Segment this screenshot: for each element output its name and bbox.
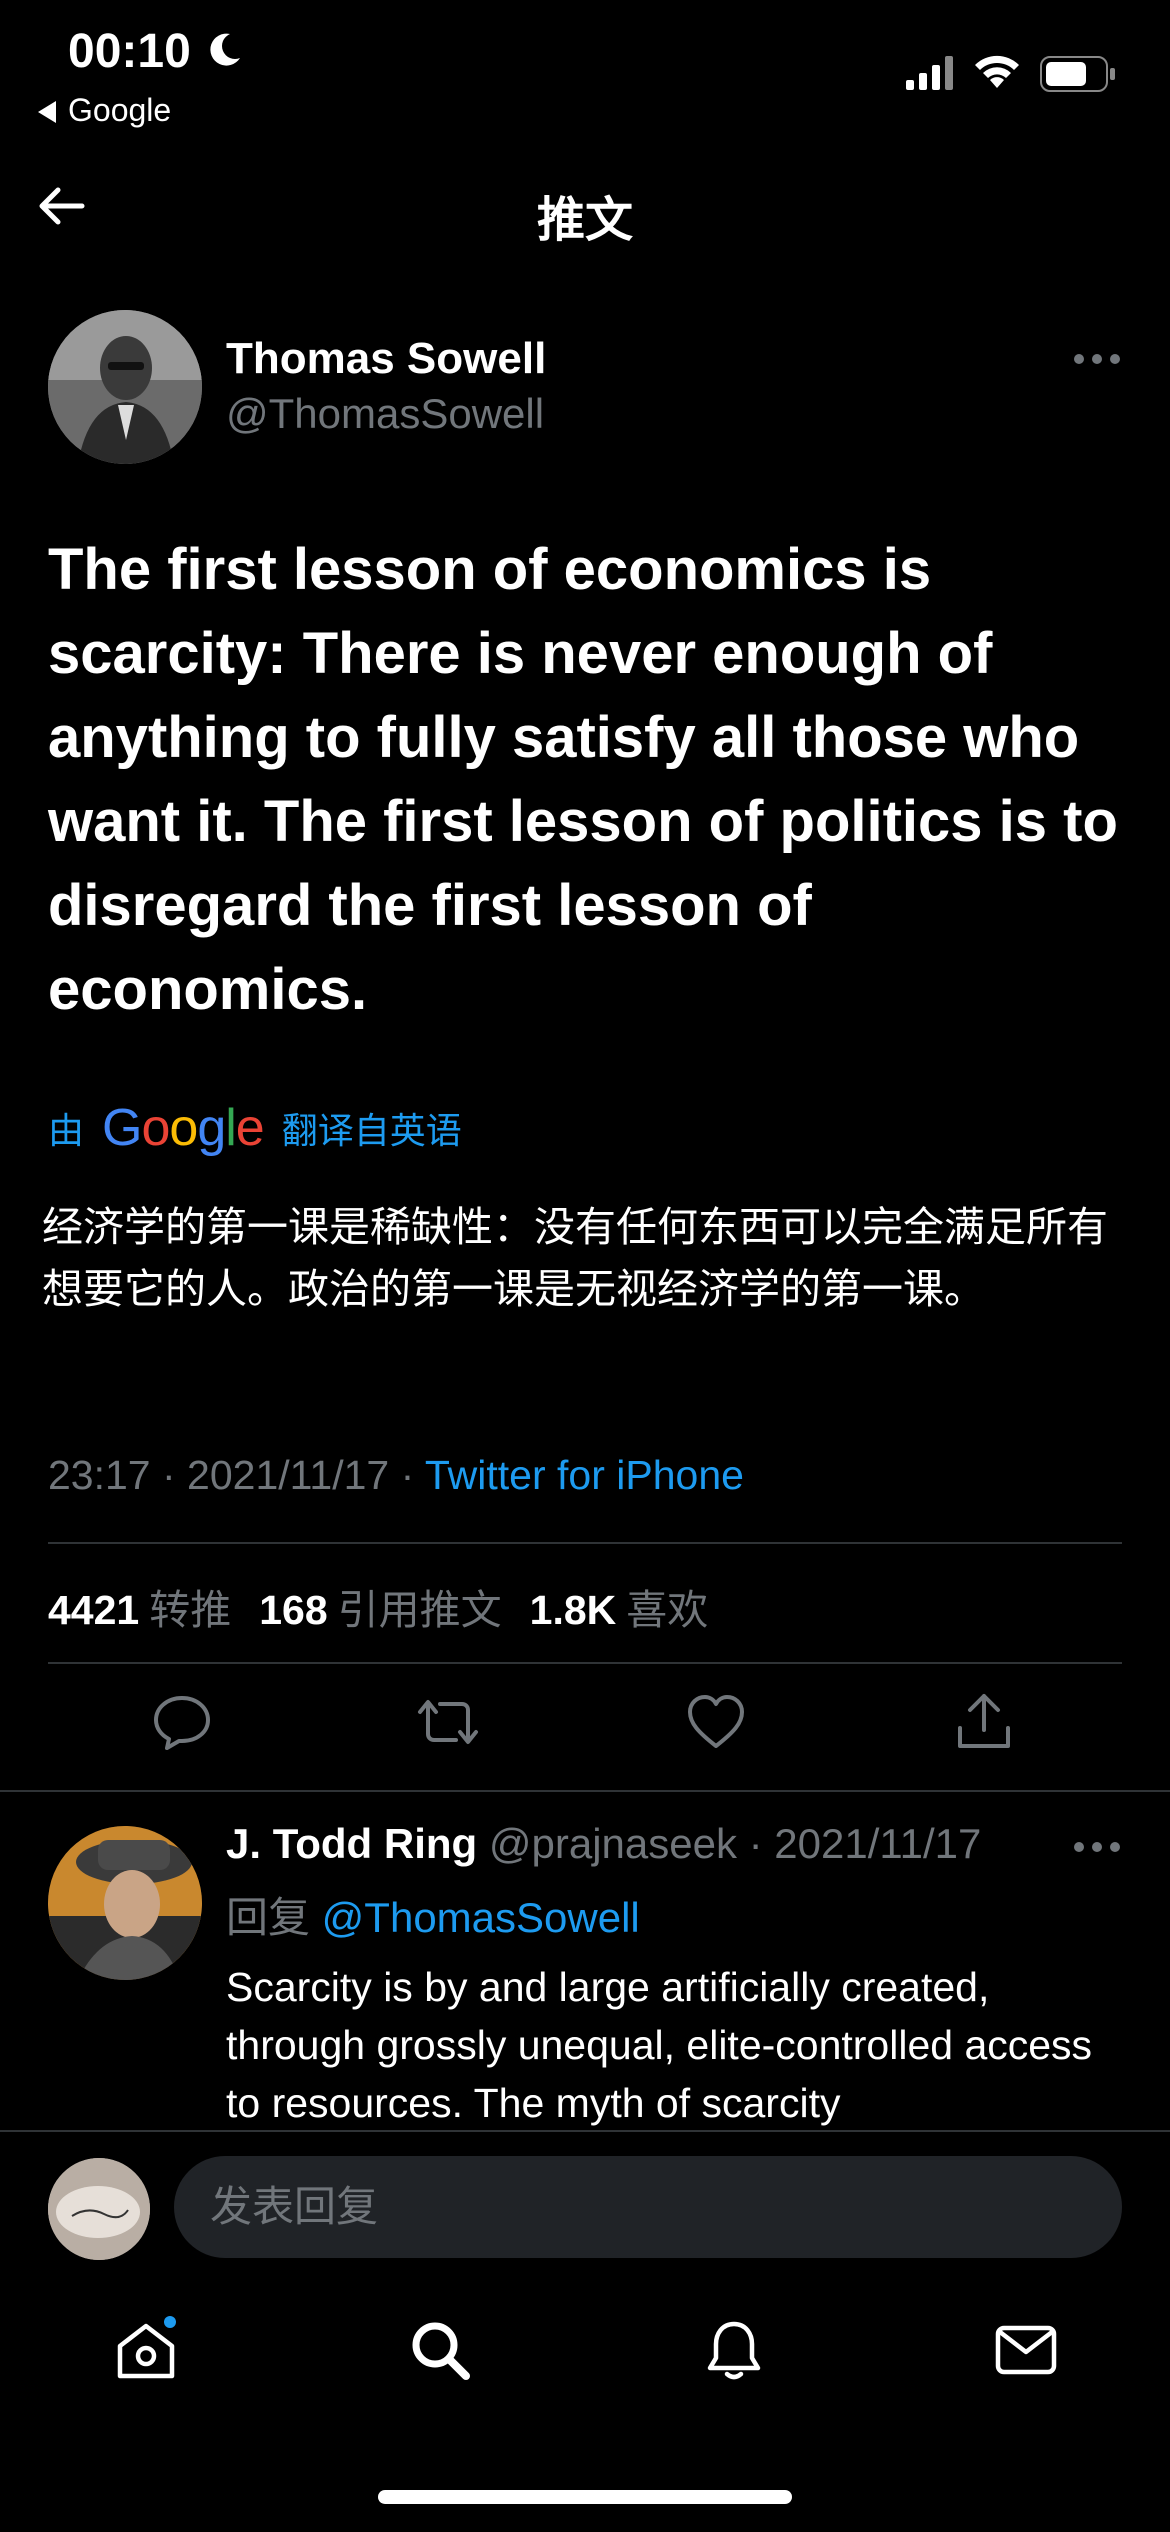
translated-text: 经济学的第一课是稀缺性：没有任何东西可以完全满足所有想要它的人。政治的第一课是无… [42,1204,1108,1312]
back-triangle-icon [38,101,56,123]
divider [48,1662,1122,1664]
google-logo: Google [102,1099,265,1157]
reply-icon[interactable] [150,1690,214,1754]
replying-to: 回复 @ThomasSowell [226,1894,640,1941]
back-to-app-link[interactable]: Google [38,92,171,129]
wifi-icon [975,55,1019,88]
reply-handle-date: @prajnaseek · 2021/11/17 [477,1820,982,1867]
more-icon[interactable] [1074,1842,1120,1854]
reply-author-avatar[interactable] [48,1826,202,1980]
more-icon[interactable] [1074,354,1120,366]
retweet-icon[interactable] [416,1690,480,1754]
translation-attribution[interactable]: 由 Google 翻译自英语 [48,1098,462,1158]
share-icon[interactable] [952,1690,1016,1754]
status-time: 00:10 [68,25,191,78]
top-bar: 推文 [0,160,1170,250]
divider [48,1542,1122,1544]
battery-icon [1040,56,1115,92]
author-handle[interactable]: @ThomasSowell [226,390,544,438]
tweet-timestamp: 23:17 · 2021/11/17 · [48,1452,425,1498]
my-avatar[interactable] [48,2158,150,2260]
replying-to-handle[interactable]: @ThomasSowell [322,1894,640,1941]
home-icon[interactable] [112,2316,180,2384]
notifications-icon[interactable] [700,2316,768,2384]
divider [0,1790,1170,1792]
quotes-stat[interactable]: 168 引用推文 [259,1576,501,1636]
reply-header: J. Todd Ring @prajnaseek · 2021/11/17 [226,1820,981,1868]
tab-bar [0,2280,1170,2430]
tweet-source-link[interactable]: Twitter for iPhone [425,1452,744,1498]
tweet-stats: 4421 转推 168 引用推文 1.8K 喜欢 [48,1576,708,1636]
tweet-actions [0,1690,1170,1766]
like-icon[interactable] [684,1690,748,1754]
reply-composer: 发表回复 [0,2130,1170,2270]
tweet-meta: 23:17 · 2021/11/17 · Twitter for iPhone [48,1452,744,1499]
messages-icon[interactable] [992,2316,1060,2384]
page-title: 推文 [536,194,633,247]
reply-text: Scarcity is by and large artificially cr… [226,1964,1093,2126]
author-avatar[interactable] [48,310,202,464]
retweets-stat[interactable]: 4421 转推 [48,1576,231,1636]
moon-icon [210,33,240,66]
tweet-text: The first lesson of economics is scarcit… [48,537,1118,1022]
signal-icon [906,56,953,90]
reply-input[interactable]: 发表回复 [174,2156,1122,2258]
reply-author-name[interactable]: J. Todd Ring [226,1820,477,1867]
status-bar: 00:10 Google [0,0,1170,140]
author-name[interactable]: Thomas Sowell [226,334,546,384]
divider [0,2130,1170,2132]
likes-stat[interactable]: 1.8K 喜欢 [530,1576,709,1636]
search-icon[interactable] [406,2316,474,2384]
home-indicator[interactable] [378,2490,792,2504]
